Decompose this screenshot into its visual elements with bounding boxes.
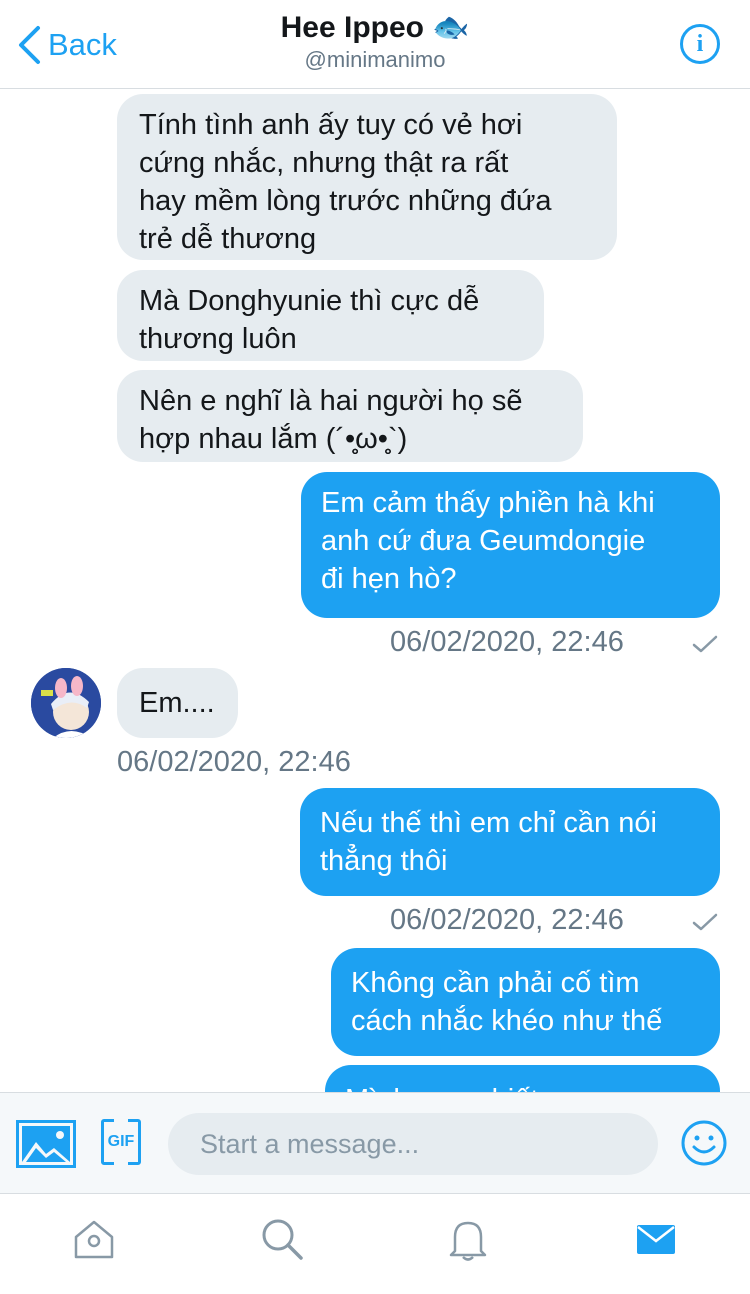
incoming-message[interactable]: Mà Donghyunie thì cực dễ thương luôn xyxy=(117,270,544,361)
outgoing-message[interactable]: Không cần phải cố tìm cách nhắc khéo như… xyxy=(331,948,720,1056)
message-composer: GIF xyxy=(0,1092,750,1194)
info-button[interactable]: i xyxy=(680,24,720,64)
tab-bar xyxy=(0,1194,750,1294)
tab-notifications[interactable] xyxy=(443,1214,493,1264)
incoming-message[interactable]: Nên e nghĩ là hai người họ sẽ hợp nhau l… xyxy=(117,370,583,462)
notifications-icon xyxy=(449,1221,487,1261)
message-input[interactable] xyxy=(168,1113,658,1175)
outgoing-message[interactable]: Nếu thế thì em chỉ cần nói thẳng thôi xyxy=(300,788,720,896)
contact-handle: @minimanimo xyxy=(304,47,446,72)
conversation-title-block[interactable]: Hee Ippeo 🐟 @minimanimo xyxy=(0,10,750,73)
outgoing-message[interactable]: Mình … … biết … … xyxy=(325,1065,720,1092)
conversation-header: Back Hee Ippeo 🐟 @minimanimo i xyxy=(0,0,750,89)
incoming-message[interactable]: Em.... xyxy=(117,668,238,738)
avatar[interactable] xyxy=(31,668,101,738)
sent-check-icon xyxy=(692,913,718,931)
message-timestamp: 06/02/2020, 22:46 xyxy=(390,904,624,936)
gif-label: GIF xyxy=(107,1133,135,1150)
tab-home[interactable] xyxy=(69,1214,119,1264)
incoming-message[interactable]: Tính tình anh ấy tuy có vẻ hơi cứng nhắc… xyxy=(117,94,617,260)
emoji-icon[interactable] xyxy=(680,1119,728,1167)
image-attach-icon[interactable] xyxy=(16,1120,76,1168)
info-icon: i xyxy=(696,30,704,57)
message-timestamp: 06/02/2020, 22:46 xyxy=(117,746,351,778)
tab-messages[interactable] xyxy=(631,1214,681,1264)
messages-icon xyxy=(637,1225,675,1254)
conversation-title: Hee Ippeo 🐟 xyxy=(281,10,470,45)
profile-photo xyxy=(31,668,101,738)
sent-check-icon xyxy=(692,635,718,653)
gif-button[interactable]: GIF xyxy=(101,1118,141,1166)
tab-search[interactable] xyxy=(257,1214,307,1264)
outgoing-message[interactable]: Em cảm thấy phiền hà khi anh cứ đưa Geum… xyxy=(301,472,720,618)
message-timestamp: 06/02/2020, 22:46 xyxy=(390,626,624,658)
home-icon xyxy=(74,1220,114,1259)
message-list[interactable]: Tính tình anh ấy tuy có vẻ hơi cứng nhắc… xyxy=(0,90,750,1092)
fish-emoji-icon: 🐟 xyxy=(432,11,470,44)
contact-name: Hee Ippeo xyxy=(280,10,424,44)
search-icon xyxy=(262,1219,303,1260)
